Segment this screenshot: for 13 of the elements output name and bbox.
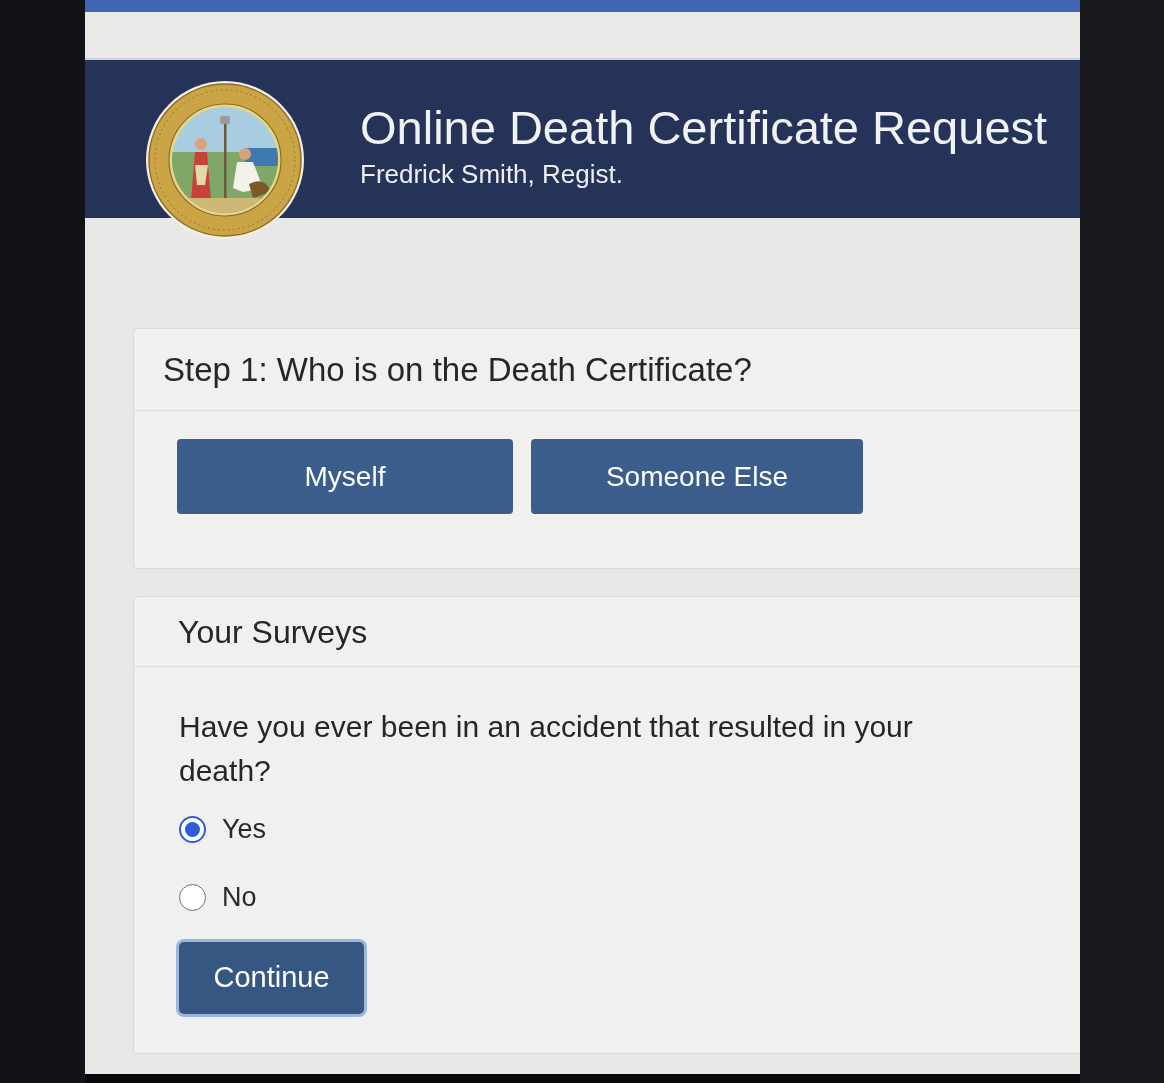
option-label[interactable]: Yes <box>222 812 267 846</box>
choice-button[interactable]: Someone Else <box>531 439 863 514</box>
continue-button[interactable]: Continue <box>179 942 364 1014</box>
page-title: Online Death Certificate Request <box>360 100 1048 156</box>
radio-button[interactable] <box>179 815 206 843</box>
registrar-name: Fredrick Smith, Regist. <box>360 158 624 190</box>
option-label[interactable]: No <box>222 880 257 914</box>
seal-emblem-icon <box>145 80 305 240</box>
choice-button[interactable]: Myself <box>177 439 513 514</box>
card-heading: Your Surveys <box>178 612 368 652</box>
question-text: Have you ever been in an accident that resulted in your death? <box>179 709 914 789</box>
radio-button[interactable] <box>179 883 206 911</box>
card-heading: Step 1: Who is on the Death Certificate? <box>163 349 752 390</box>
